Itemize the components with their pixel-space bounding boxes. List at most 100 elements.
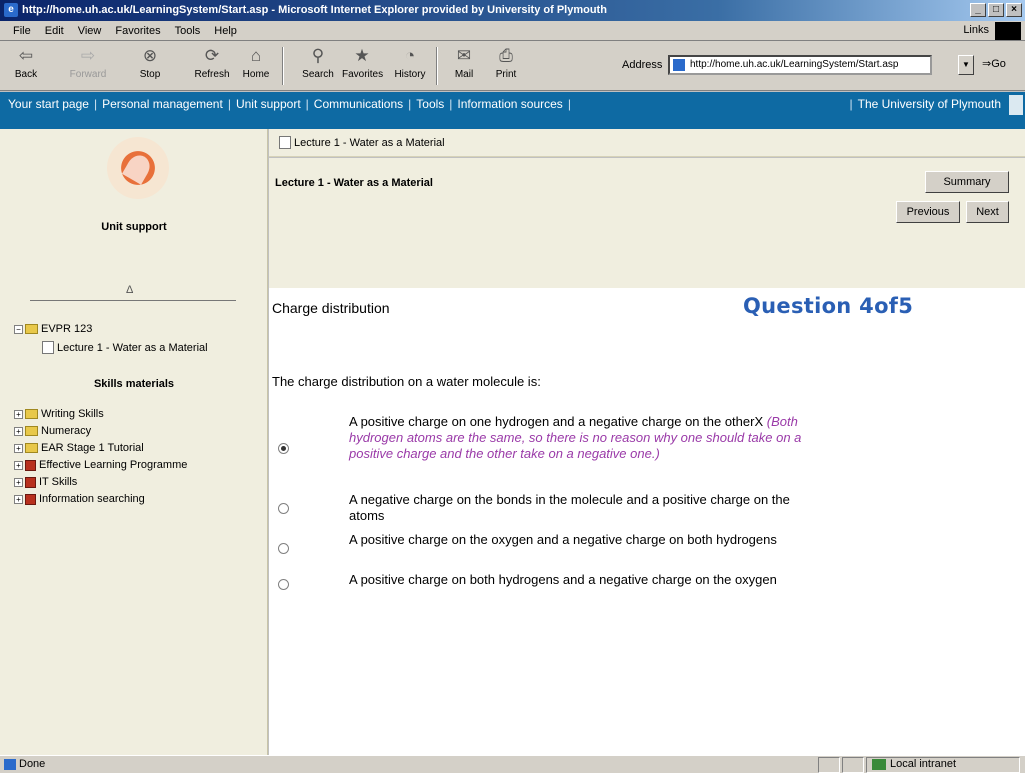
site-navigation: Your start page | Personal management | Unit… (0, 92, 1025, 129)
skills-item-label: Numeracy (41, 425, 92, 437)
menu-file[interactable]: File (6, 25, 38, 37)
search-icon: ⚲ (311, 46, 325, 65)
question-heading: Charge distribution (272, 300, 390, 316)
links-button[interactable]: Links (963, 24, 989, 36)
nav-personal-management[interactable]: Personal management (102, 97, 223, 111)
mail-button[interactable]: ✉ Mail (444, 45, 484, 80)
home-icon: ⌂ (250, 46, 262, 65)
question-content: Charge distribution Question 4of5 The ch… (269, 288, 1025, 755)
refresh-icon: ⟳ (204, 46, 220, 65)
skills-item-writing[interactable]: + Writing Skills (14, 408, 104, 420)
summary-button[interactable]: Summary (925, 171, 1009, 193)
stop-button[interactable]: ⊗ Stop (130, 45, 170, 80)
book-icon (25, 459, 36, 471)
sidebar-heading: Unit support (101, 221, 167, 233)
option-radio-3[interactable] (278, 543, 289, 554)
maximize-icon[interactable]: □ (988, 3, 1004, 17)
option-4[interactable]: A positive charge on both hydrogens and … (349, 572, 809, 588)
search-button[interactable]: ⚲ Search (298, 45, 338, 80)
lecture-header: Lecture 1 - Water as a Material Summary … (269, 158, 1025, 288)
menu-help[interactable]: Help (207, 25, 244, 37)
skills-item-information-searching[interactable]: + Information searching (14, 493, 145, 505)
question-counter: Question 4of5 (743, 294, 914, 318)
expand-icon[interactable]: + (14, 460, 23, 470)
tree-item-unit[interactable]: − EVPR 123 (14, 323, 92, 335)
forward-button[interactable]: ⇨ Forward (68, 45, 108, 80)
nav-university-of-plymouth[interactable]: The University of Plymouth (858, 97, 1001, 111)
option-3[interactable]: A positive charge on the oxygen and a ne… (349, 532, 809, 548)
refresh-button[interactable]: ⟳ Refresh (192, 45, 232, 80)
page-icon (42, 341, 54, 354)
window-title: http://home.uh.ac.uk/LearningSystem/Star… (22, 4, 607, 16)
go-button[interactable]: ⇒Go (982, 57, 1006, 70)
nav-scroll-icon[interactable] (1009, 95, 1023, 115)
folder-open-icon (25, 324, 38, 334)
option-1[interactable]: A positive charge on one hydrogen and a … (349, 414, 809, 462)
search-label: Search (302, 69, 334, 80)
history-label: History (394, 69, 426, 80)
expand-icon[interactable]: + (14, 409, 23, 419)
option-2[interactable]: A negative charge on the bonds in the mo… (349, 492, 809, 524)
menu-view[interactable]: View (71, 25, 109, 37)
address-input[interactable]: http://home.uh.ac.uk/LearningSystem/Star… (668, 55, 932, 75)
expand-icon[interactable]: + (14, 494, 23, 504)
print-label: Print (495, 69, 517, 80)
nav-unit-support[interactable]: Unit support (236, 97, 301, 111)
history-button[interactable]: ◔ History (390, 45, 430, 80)
skills-item-label: IT Skills (39, 476, 78, 488)
status-cell (818, 757, 840, 773)
skills-item-it-skills[interactable]: + IT Skills (14, 476, 77, 488)
nav-separator: | (227, 97, 231, 111)
nav-tools[interactable]: Tools (416, 97, 444, 111)
status-label: Done (19, 758, 46, 770)
option-radio-2[interactable] (278, 503, 289, 514)
menu-favorites[interactable]: Favorites (108, 25, 167, 37)
security-zone: Local intranet (872, 758, 956, 770)
breadcrumb[interactable]: Lecture 1 - Water as a Material (279, 136, 445, 149)
expand-icon[interactable]: + (14, 477, 23, 487)
mail-label: Mail (454, 69, 474, 80)
minimize-icon[interactable]: _ (970, 3, 986, 17)
page-icon (673, 59, 685, 71)
skills-item-numeracy[interactable]: + Numeracy (14, 425, 91, 437)
option-text: A positive charge on the oxygen and a ne… (349, 532, 777, 547)
print-button[interactable]: ⎙ Print (486, 45, 526, 80)
option-text: A negative charge on the bonds in the mo… (349, 492, 790, 523)
nav-information-sources[interactable]: Information sources (457, 97, 562, 111)
window-controls: _ □ × (970, 3, 1022, 17)
back-button[interactable]: ⇦ Back (6, 45, 46, 80)
home-button[interactable]: ⌂ Home (236, 45, 276, 80)
back-arrow-icon: ⇦ (18, 46, 34, 65)
expand-icon[interactable]: + (14, 426, 23, 436)
forward-arrow-icon: ⇨ (80, 46, 96, 65)
university-logo (107, 137, 169, 199)
option-radio-4[interactable] (278, 579, 289, 590)
history-icon: ◔ (404, 46, 416, 65)
address-dropdown-icon[interactable]: ▼ (958, 55, 974, 75)
next-button[interactable]: Next (966, 201, 1009, 223)
tree-item-lecture[interactable]: Lecture 1 - Water as a Material (42, 341, 208, 354)
address-value: http://home.uh.ac.uk/LearningSystem/Star… (690, 59, 899, 70)
option-radio-1[interactable] (278, 443, 289, 454)
previous-button[interactable]: Previous (896, 201, 960, 223)
favorites-button[interactable]: ★ Favorites (342, 45, 383, 80)
expand-icon[interactable]: + (14, 443, 23, 453)
nav-your-start-page[interactable]: Your start page (8, 97, 89, 111)
book-icon (25, 476, 36, 488)
close-icon[interactable]: × (1006, 3, 1022, 17)
skills-item-ear[interactable]: + EAR Stage 1 Tutorial (14, 442, 144, 454)
forward-label: Forward (69, 69, 107, 80)
breadcrumb-label: Lecture 1 - Water as a Material (294, 136, 445, 149)
skills-item-effective-learning[interactable]: + Effective Learning Programme (14, 459, 187, 471)
nav-separator: | (449, 97, 453, 111)
nav-communications[interactable]: Communications (314, 97, 403, 111)
status-cell (842, 757, 864, 773)
left-pane: Unit support Δ − EVPR 123 Lecture 1 - Wa… (0, 129, 268, 755)
collapse-arrow-icon[interactable]: Δ (126, 284, 133, 296)
menu-tools[interactable]: Tools (168, 25, 208, 37)
skills-heading: Skills materials (93, 378, 175, 390)
print-icon: ⎙ (499, 46, 513, 65)
collapse-icon[interactable]: − (14, 324, 23, 334)
menu-edit[interactable]: Edit (38, 25, 71, 37)
tree-item-lecture-label: Lecture 1 - Water as a Material (57, 341, 208, 354)
